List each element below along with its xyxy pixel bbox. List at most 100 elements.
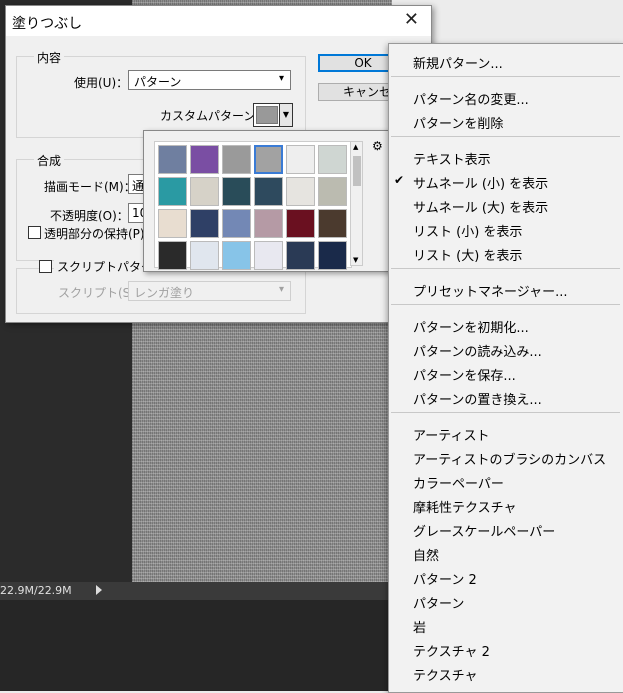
menu-item[interactable]: グレースケールペーパー (389, 518, 623, 542)
menu-item-label: サムネール (小) を表示 (413, 177, 549, 192)
menu-item-label: パターン 2 (413, 573, 477, 588)
menu-item-label: リスト (小) を表示 (413, 225, 523, 240)
scrollbar-thumb[interactable] (353, 156, 361, 186)
opacity-label: 不透明度(O)： (50, 209, 129, 223)
pattern-swatch[interactable] (222, 209, 251, 238)
pattern-preview (256, 106, 278, 124)
pattern-swatch[interactable] (222, 145, 251, 174)
menu-item[interactable]: パターンの置き換え... (389, 386, 623, 410)
close-icon[interactable]: ✕ (404, 9, 419, 30)
menu-item[interactable]: テキスト表示 (389, 146, 623, 170)
pattern-swatch[interactable] (190, 241, 219, 270)
menu-separator (391, 304, 620, 305)
script-select[interactable]: レンガ塗り ▾ (128, 281, 291, 301)
pattern-swatch[interactable] (158, 177, 187, 206)
menu-item[interactable]: パターンを保存... (389, 362, 623, 386)
menu-item[interactable]: パターン (389, 590, 623, 614)
menu-item[interactable]: リスト (大) を表示 (389, 242, 623, 266)
menu-item-label: プリセットマネージャー... (413, 285, 568, 300)
pattern-swatch[interactable] (190, 145, 219, 174)
menu-item-label: テクスチャ (413, 669, 478, 684)
pattern-swatch[interactable] (254, 145, 283, 174)
pattern-swatch[interactable] (254, 209, 283, 238)
doc-size-text: 22.9M/22.9M (0, 584, 72, 597)
pattern-swatch[interactable] (286, 177, 315, 206)
menu-item-label: アーティスト (413, 429, 490, 444)
mode-label: 描画モード(M)： (44, 180, 136, 194)
pattern-swatch[interactable] (318, 241, 347, 270)
menu-item-label: テキスト表示 (413, 153, 491, 168)
menu-separator (391, 76, 620, 77)
menu-item[interactable]: ✔ サムネール (小) を表示 (389, 170, 623, 194)
menu-item-label: パターンを保存... (413, 369, 516, 384)
pattern-swatch[interactable] (318, 145, 347, 174)
menu-item[interactable]: 新規パターン... (389, 50, 623, 74)
chevron-down-icon: ▾ (278, 73, 284, 84)
pattern-swatch[interactable] (158, 209, 187, 238)
menu-item-label: パターン名の変更... (413, 93, 529, 108)
menu-item-label: テクスチャ 2 (413, 645, 490, 660)
pattern-swatch[interactable] (222, 241, 251, 270)
pattern-swatch[interactable] (318, 177, 347, 206)
menu-item-label: 摩耗性テクスチャ (413, 501, 517, 516)
pattern-swatch[interactable] (318, 209, 347, 238)
scroll-up-icon[interactable]: ▲ (353, 143, 358, 151)
preserve-transparency-label: 透明部分の保持(P) (44, 227, 145, 241)
content-group-label: 内容 (34, 49, 65, 66)
pattern-swatch[interactable] (190, 177, 219, 206)
scroll-down-icon[interactable]: ▼ (353, 256, 358, 264)
gear-icon[interactable]: ⚙ (372, 139, 383, 153)
dropdown-arrow-icon[interactable]: ▼ (279, 104, 292, 126)
pattern-swatch[interactable] (286, 209, 315, 238)
menu-item-label: パターンの置き換え... (413, 393, 542, 408)
menu-item[interactable]: テクスチャ 2 (389, 638, 623, 662)
menu-item[interactable]: テクスチャ (389, 662, 623, 686)
menu-item[interactable]: カラーペーパー (389, 470, 623, 494)
menu-item-label: リスト (大) を表示 (413, 249, 523, 264)
status-bar: 22.9M/22.9M (0, 582, 392, 600)
pattern-swatch[interactable] (222, 177, 251, 206)
menu-item[interactable]: パターンを初期化... (389, 314, 623, 338)
menu-item[interactable]: アーティスト (389, 422, 623, 446)
pattern-picker-popup: ▲ ▼ ⚙ (143, 130, 389, 272)
menu-item-label: パターン (413, 597, 465, 612)
menu-separator (391, 268, 620, 269)
menu-item-label: サムネール (大) を表示 (413, 201, 549, 216)
chevron-down-icon: ▾ (278, 284, 284, 295)
menu-item[interactable]: サムネール (大) を表示 (389, 194, 623, 218)
menu-item-label: グレースケールペーパー (413, 525, 556, 540)
menu-item-label: 新規パターン... (413, 57, 503, 72)
menu-item-label: アーティストのブラシのカンバス (413, 453, 607, 468)
blend-group-label: 合成 (34, 152, 65, 169)
pattern-swatch[interactable] (254, 241, 283, 270)
custom-pattern-swatch[interactable]: ▼ (253, 103, 293, 127)
preserve-transparency-checkbox[interactable] (28, 226, 41, 239)
menu-item-label: 岩 (413, 621, 427, 636)
workspace-bottom (0, 600, 392, 691)
pattern-swatch[interactable] (158, 241, 187, 270)
menu-item[interactable]: リスト (小) を表示 (389, 218, 623, 242)
menu-item[interactable]: プリセットマネージャー... (389, 278, 623, 302)
menu-item[interactable]: パターンの読み込み... (389, 338, 623, 362)
menu-item-label: パターンを初期化... (413, 321, 529, 336)
menu-item[interactable]: パターン 2 (389, 566, 623, 590)
menu-item-label: パターンを削除 (413, 117, 504, 132)
pattern-swatch[interactable] (286, 145, 315, 174)
menu-item[interactable]: パターンを削除 (389, 110, 623, 134)
pattern-swatch[interactable] (254, 177, 283, 206)
checkmark-icon: ✔ (394, 173, 405, 187)
use-select[interactable]: パターン ▾ (128, 70, 291, 90)
menu-item[interactable]: 自然 (389, 542, 623, 566)
pattern-swatch[interactable] (286, 241, 315, 270)
menu-item[interactable]: アーティストのブラシのカンバス (389, 446, 623, 470)
script-select-value: レンガ塗り (134, 286, 195, 300)
menu-item[interactable]: 摩耗性テクスチャ (389, 494, 623, 518)
status-menu-arrow-icon[interactable] (96, 585, 102, 595)
pattern-scrollbar[interactable]: ▲ ▼ (350, 141, 363, 266)
menu-item[interactable]: 岩 (389, 614, 623, 638)
pattern-swatch[interactable] (190, 209, 219, 238)
menu-item-label: カラーペーパー (413, 477, 504, 492)
pattern-swatch[interactable] (158, 145, 187, 174)
menu-item[interactable]: パターン名の変更... (389, 86, 623, 110)
script-pattern-checkbox[interactable] (39, 260, 52, 273)
